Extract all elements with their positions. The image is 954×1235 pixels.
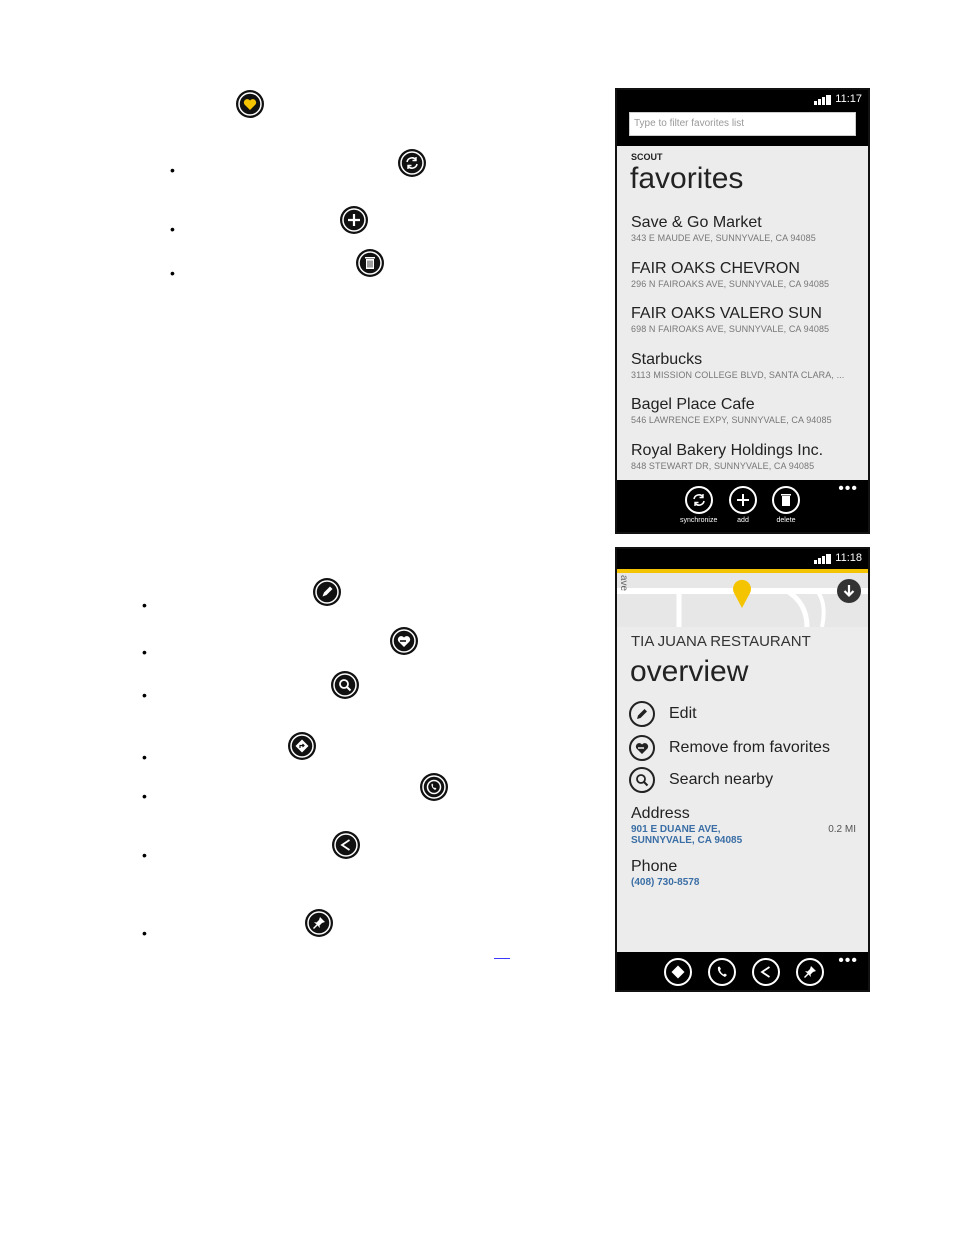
favorites-heart-icon [236,90,264,118]
favorite-item[interactable]: FAIR OAKS CHEVRON 296 N FAIROAKS AVE, SUN… [631,260,829,290]
edit-pencil-icon [637,709,647,719]
edit-pencil-icon [313,578,341,606]
location-pin-icon [733,579,751,608]
delete-button[interactable]: delete [772,486,800,524]
bullet: • [142,749,147,765]
favorite-item[interactable]: Royal Bakery Holdings Inc. 848 STEWART DR… [631,442,823,472]
app-bar: ••• synchronize add delete [617,480,868,532]
place-name: TIA JUANA RESTAURANT [631,633,811,650]
favorite-item[interactable]: Starbucks 3113 MISSION COLLEGE BLVD, SANT… [631,351,844,381]
pin-icon [305,909,333,937]
bullet: • [170,265,175,281]
directions-button[interactable] [664,958,692,986]
search-nearby-menu-item[interactable]: Search nearby [629,767,773,793]
remove-favorite-icon [390,627,418,655]
remove-favorite-icon [635,743,649,754]
map-label: ave [618,575,629,592]
bullet: • [142,597,147,613]
call-phone-icon [717,966,727,977]
address-line[interactable]: SUNNYVALE, CA 94085 [631,835,742,846]
phone-label: Phone [631,858,678,875]
address-line[interactable]: 901 E DUANE AVE, [631,824,720,835]
address-label: Address [631,805,690,822]
pin-button[interactable] [796,958,824,986]
delete-trash-icon [356,249,384,277]
more-button[interactable]: ••• [838,480,858,498]
phone-overview-screen: 11:18 ave TIA JUANA RESTAURANT overview … [615,547,870,992]
more-button[interactable]: ••• [838,952,858,970]
bullet: • [142,644,147,660]
bullet: • [142,847,147,863]
distance-value: 0.2 MI [828,824,856,835]
app-bar: ••• [617,952,868,990]
search-nearby-icon [636,774,649,787]
add-icon [340,206,368,234]
status-time: 11:17 [835,93,862,105]
search-nearby-icon [331,671,359,699]
edit-menu-item[interactable]: Edit [629,701,697,727]
add-icon [737,494,749,506]
synchronize-icon [692,494,705,506]
bullet: • [142,687,147,703]
bullet: • [170,162,175,178]
directions-icon [288,732,316,760]
favorite-item[interactable]: Save & Go Market 343 E MAUDE AVE, SUNNYVA… [631,214,816,244]
delete-trash-icon [781,494,791,506]
app-name: SCOUT [631,152,663,162]
status-bar: 11:18 [617,549,868,569]
status-time: 11:18 [835,552,862,564]
share-button[interactable] [752,958,780,986]
add-button[interactable]: add [729,486,757,524]
map-view[interactable]: ave [617,569,868,627]
pin-icon [804,966,816,978]
footnote-link[interactable] [494,958,510,959]
bullet: • [170,221,175,237]
signal-icon [814,554,831,564]
status-bar: 11:17 [617,90,868,110]
page-title: favorites [630,162,744,195]
call-phone-icon [420,773,448,801]
remove-favorite-menu-item[interactable]: Remove from favorites [629,735,830,761]
bullet: • [142,788,147,804]
share-icon [332,831,360,859]
directions-icon [671,965,685,979]
call-button[interactable] [708,958,736,986]
filter-favorites-input[interactable]: Type to filter favorites list [629,112,856,136]
favorite-item[interactable]: Bagel Place Cafe 546 LAWRENCE EXPY, SUNNY… [631,396,832,426]
download-icon[interactable] [837,579,861,603]
page-title: overview [630,655,749,688]
synchronize-icon [398,149,426,177]
share-icon [760,966,770,978]
synchronize-button[interactable]: synchronize [680,486,717,524]
bullet: • [142,925,147,941]
phone-favorites-screen: 11:17 Type to filter favorites list SCOU… [615,88,870,534]
signal-icon [814,95,831,105]
favorite-item[interactable]: FAIR OAKS VALERO SUN 698 N FAIROAKS AVE, … [631,305,829,335]
phone-number[interactable]: (408) 730-8578 [631,877,699,888]
